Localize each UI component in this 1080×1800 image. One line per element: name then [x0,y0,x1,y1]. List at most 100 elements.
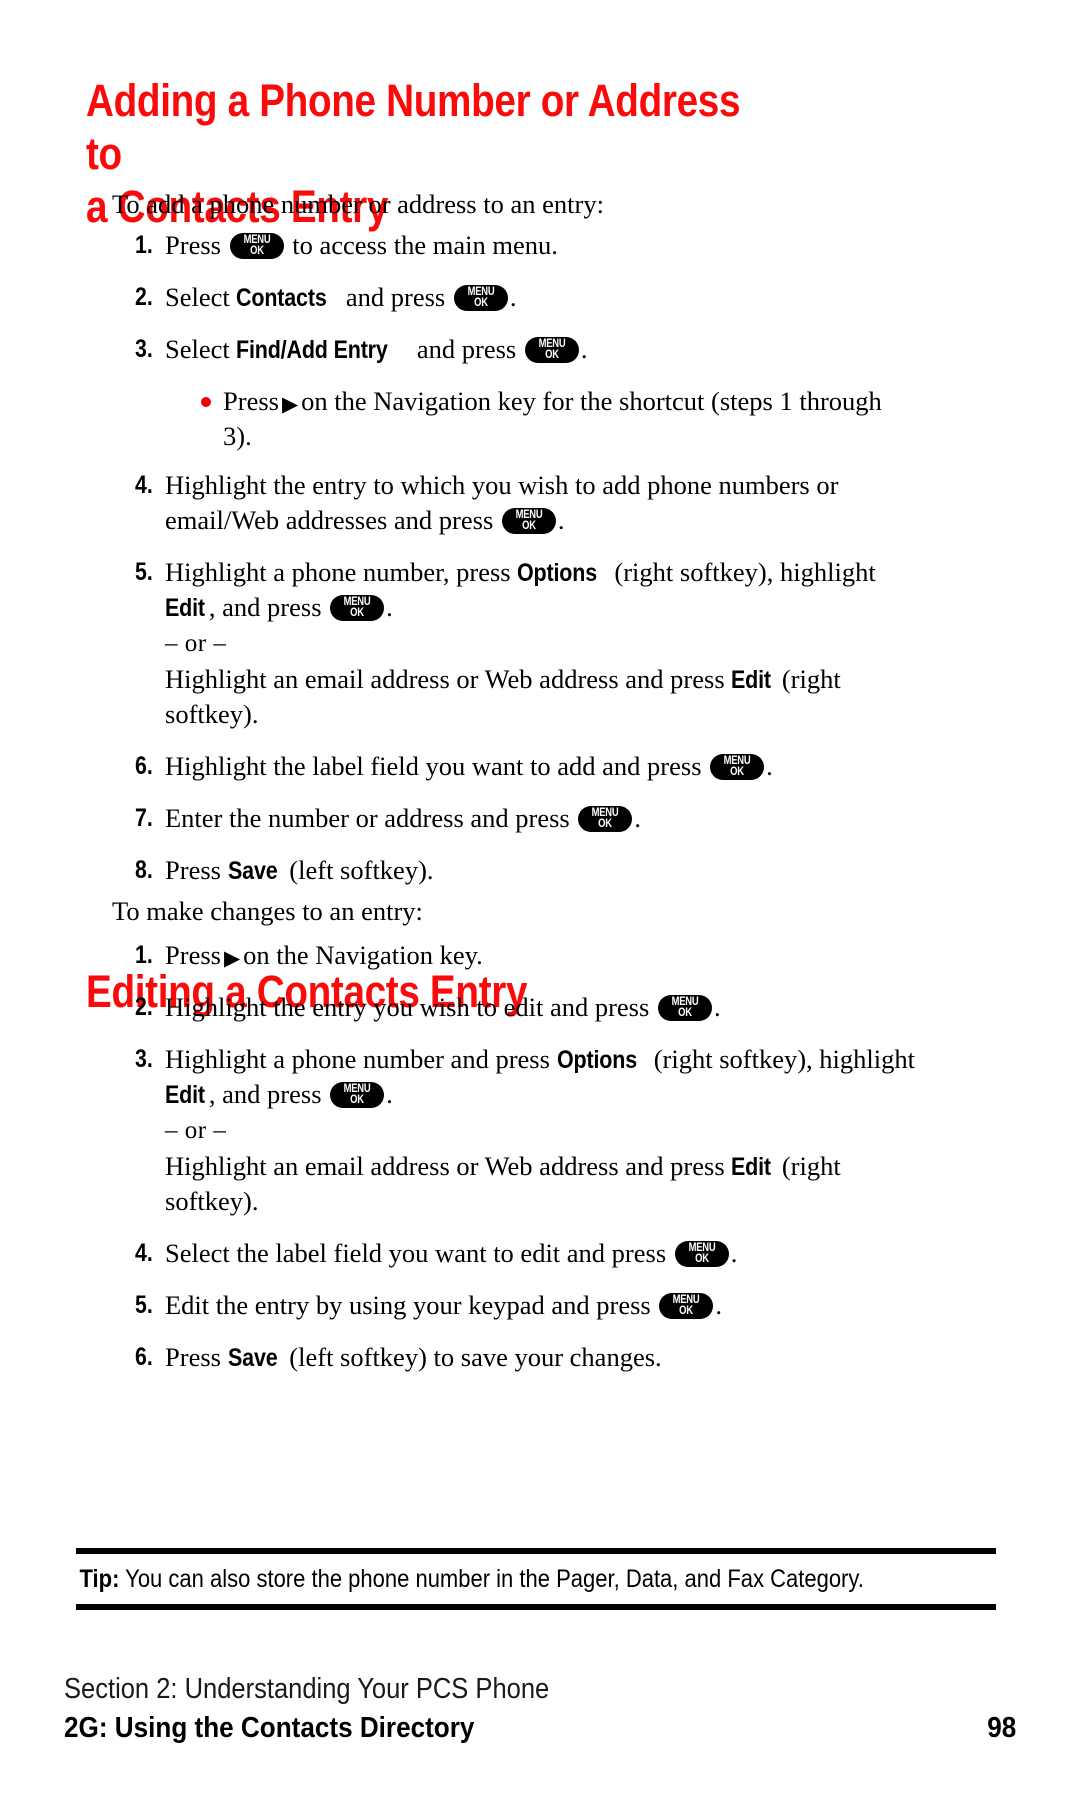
step-text: . [386,591,393,622]
step-text: . [634,802,641,833]
step-text: Press [165,1341,228,1372]
footer-chapter-row: 2G: Using the Contacts Directory 98 [64,1710,1016,1746]
emphasized-term: Save [227,856,278,885]
menu-ok-key-icon: MENU OK [659,1292,714,1319]
step-body: Select the label field you want to edit … [165,1236,925,1271]
step-item: 2. Select Contacts and press MENU OK. [135,280,925,315]
ok-key-label: OK [522,519,536,532]
step-number: 3. [135,1044,153,1073]
step-number: 4. [135,1238,153,1267]
emphasized-term: Options [517,558,598,587]
step-number: 1. [135,231,153,259]
step-text: Highlight the label field you want to ad… [165,750,709,781]
menu-ok-key-icon: MENU OK [524,336,579,363]
step-text: Press [165,854,228,885]
step-text: to access the main menu. [285,230,558,260]
tip-callout: Tip: You can also store the phone number… [76,1548,996,1610]
step-item: 8. Press Save (left softkey). [135,853,925,888]
step-text: . [730,1237,738,1268]
step-body: Highlight a phone number, press Options … [165,555,925,732]
step-text: Highlight an email address or Web addres… [165,1150,732,1181]
step-text: Select [165,281,237,312]
menu-ok-key-icon: MENU OK [330,1081,385,1108]
ok-key-label: OK [678,1006,692,1019]
step-body: Press Save (left softkey). [165,853,925,888]
steps-list-editing: 1. Press ▶ on the Navigation key. 2. Highligh… [135,938,925,1392]
step-item: 6. Highlight the label field you want to … [135,749,925,784]
step-body: Edit the entry by using your keypad and … [165,1288,925,1323]
step-text: on the Navigation key for the shortcut (… [223,385,882,451]
or-separator: – or – [165,629,227,657]
emphasized-term: Edit [731,1152,772,1181]
step-item: 3. Select Find/Add Entry and press MENU OK… [135,332,925,367]
step-text: . [509,281,517,312]
step-item: 3. Highlight a phone number and press Opt… [135,1042,925,1219]
emphasized-term: Save [227,1343,278,1372]
emphasized-term: Options [556,1045,637,1074]
step-text: Select [165,333,237,364]
menu-ok-key-icon: MENU OK [501,507,556,534]
menu-ok-key-icon: MENU OK [453,284,508,311]
intro-text-editing: To make changes to an entry: [112,896,423,926]
ok-key-label: OK [350,606,364,619]
sub-bullet-body: Press ▶ on the Navigation key for the shor… [223,384,901,454]
menu-ok-key-icon: MENU OK [657,994,712,1021]
step-item: 4. Highlight the entry to which you wish … [135,468,925,538]
step-body: Highlight the entry to which you wish to… [165,468,925,538]
step-text: Select the label field you want to edit … [165,1237,673,1268]
step-body: Enter the number or address and press ME… [165,801,925,836]
step-text: Press [165,940,221,970]
emphasized-term: Contacts [236,283,327,312]
emphasized-term: Edit [731,665,772,694]
step-body: Select Contacts and press MENU OK. [165,280,925,315]
step-number: 1. [135,941,153,969]
step-number: 4. [135,470,153,499]
navigation-right-arrow-icon: ▶ [223,946,241,970]
menu-ok-key-icon: MENU OK [229,233,284,259]
ok-key-label: OK [679,1304,694,1317]
step-text: (right softkey), highlight [647,1043,916,1074]
step-item: 5. Edit the entry by using your keypad an… [135,1288,925,1323]
step-text: and press [339,281,452,312]
steps-list-adding: 1. Press MENU OK to access the main menu. 2… [135,228,925,905]
ok-key-label: OK [545,348,559,361]
step-item: 6. Press Save (left softkey) to save your… [135,1340,925,1375]
step-text: (left softkey) to save your changes. [282,1341,662,1372]
menu-ok-key-icon: MENU OK [710,753,765,780]
step-item: 2. Highlight the entry you wish to edit a… [135,990,925,1025]
step-text: Highlight an email address or Web addres… [165,663,732,694]
emphasized-term: Edit [165,1080,205,1109]
emphasized-term: Edit [165,593,205,622]
ok-key-label: OK [249,245,264,257]
step-text: , and press [208,1078,329,1109]
step-text: (left softkey). [282,854,434,885]
step-item: 1. Press MENU OK to access the main menu. [135,228,925,263]
step-number: 2. [135,282,153,311]
step-text: . [766,750,773,781]
step-text: Press [165,230,228,260]
ok-key-label: OK [598,817,613,830]
menu-ok-key-icon: MENU OK [330,594,385,621]
footer-chapter-title: 2G: Using the Contacts Directory [64,1712,475,1745]
emphasized-term: Find/Add Entry [236,335,389,364]
step-number: 7. [135,803,153,832]
step-body: Highlight the entry you wish to edit and… [165,990,925,1025]
ok-key-label: OK [694,1252,709,1265]
step-text: . [557,504,565,535]
step-number: 5. [135,1290,153,1319]
step-text: and press [410,333,523,364]
or-separator: – or – [165,1116,227,1144]
step-body: Press ▶ on the Navigation key. [165,938,925,973]
page-number: 98 [986,1712,1016,1745]
ok-key-label: OK [474,296,488,309]
footer-section-line: Section 2: Understanding Your PCS Phone [64,1673,550,1705]
step-item: 1. Press ▶ on the Navigation key. [135,938,925,973]
ok-key-label: OK [350,1093,364,1106]
step-item: 5. Highlight a phone number, press Option… [135,555,925,732]
step-text: . [386,1078,393,1109]
step-body: Press MENU OK to access the main menu. [165,228,925,263]
step-text: . [715,1289,722,1320]
step-text: Enter the number or address and press [165,802,577,833]
step-item: 7. Enter the number or address and press … [135,801,925,836]
step-number: 5. [135,557,153,586]
